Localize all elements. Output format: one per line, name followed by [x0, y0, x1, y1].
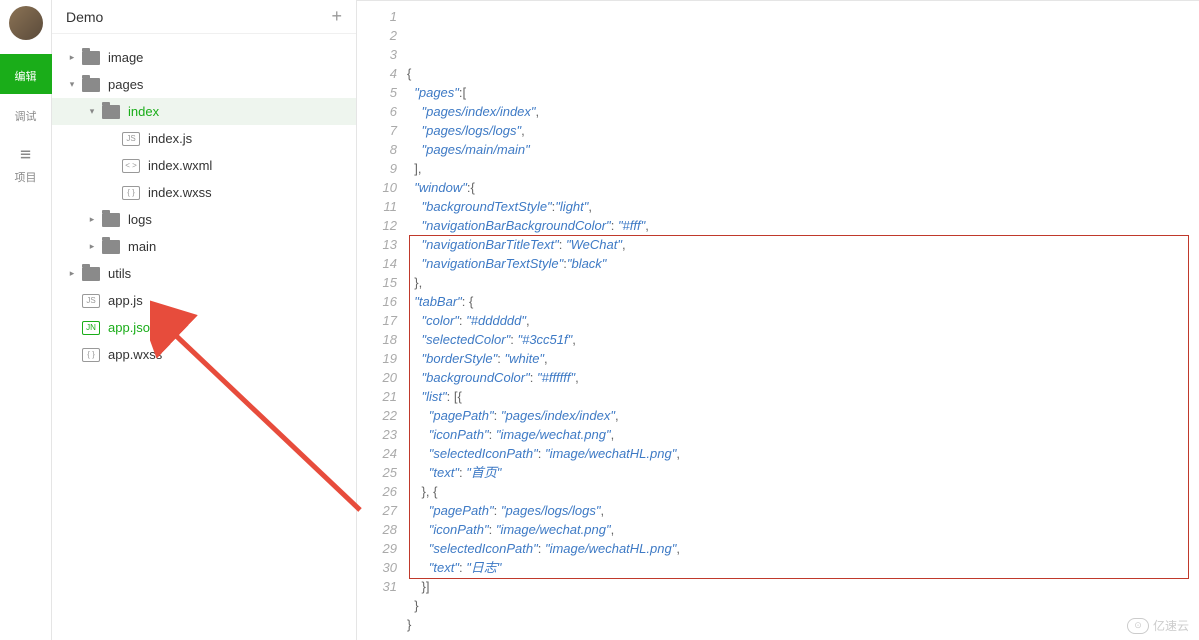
- code-line[interactable]: "pages/logs/logs",: [407, 121, 1199, 140]
- code-line[interactable]: "text": "首页": [407, 463, 1199, 482]
- code-line[interactable]: "selectedIconPath": "image/wechatHL.png"…: [407, 539, 1199, 558]
- code-line[interactable]: "iconPath": "image/wechat.png",: [407, 520, 1199, 539]
- code-line[interactable]: "color": "#dddddd",: [407, 311, 1199, 330]
- tree-app.json[interactable]: JNapp.json: [52, 314, 356, 341]
- tree-utils[interactable]: ▸utils: [52, 260, 356, 287]
- code-line[interactable]: "backgroundColor": "#ffffff",: [407, 368, 1199, 387]
- tree-main[interactable]: ▸main: [52, 233, 356, 260]
- code-line[interactable]: }: [407, 615, 1199, 634]
- tree-index[interactable]: ▾index: [52, 98, 356, 125]
- folder-icon: [82, 267, 100, 281]
- tree-index.wxml[interactable]: < >index.wxml: [52, 152, 356, 179]
- nav-调试[interactable]: 调试: [0, 94, 52, 134]
- file-icon: < >: [122, 159, 140, 173]
- code-line[interactable]: "borderStyle": "white",: [407, 349, 1199, 368]
- folder-icon: [102, 105, 120, 119]
- file-icon: JN: [82, 321, 100, 335]
- tree-pages[interactable]: ▾pages: [52, 71, 356, 98]
- code-line[interactable]: {: [407, 64, 1199, 83]
- editor-area: app.json×app.js×app.wxss×index.js×index.…: [357, 0, 1199, 640]
- project-title: Demo: [66, 9, 103, 25]
- line-gutter: 1234567891011121314151617181920212223242…: [357, 1, 407, 640]
- caret-icon: ▸: [86, 237, 98, 256]
- caret-icon: ▾: [66, 75, 78, 94]
- file-tree: ▸image▾pages▾indexJSindex.js< >index.wxm…: [52, 34, 356, 378]
- code-line[interactable]: "tabBar": {: [407, 292, 1199, 311]
- code-line[interactable]: "text": "日志": [407, 558, 1199, 577]
- code-line[interactable]: "pages/index/index",: [407, 102, 1199, 121]
- add-file-icon[interactable]: +: [331, 6, 342, 27]
- code-line[interactable]: "pagePath": "pages/logs/logs",: [407, 501, 1199, 520]
- nav-编辑[interactable]: 编辑: [0, 54, 52, 94]
- code-line[interactable]: "navigationBarTextStyle":"black": [407, 254, 1199, 273]
- code-line[interactable]: "navigationBarTitleText": "WeChat",: [407, 235, 1199, 254]
- code-line[interactable]: "backgroundTextStyle":"light",: [407, 197, 1199, 216]
- sidebar-header: Demo +: [52, 0, 356, 34]
- nav-项目[interactable]: ≡项目: [0, 134, 52, 195]
- code-line[interactable]: }]: [407, 577, 1199, 596]
- tree-index.wxss[interactable]: { }index.wxss: [52, 179, 356, 206]
- code-content[interactable]: { "pages":[ "pages/index/index", "pages/…: [407, 1, 1199, 640]
- cloud-icon: ⊙: [1127, 618, 1149, 634]
- code-editor[interactable]: 1234567891011121314151617181920212223242…: [357, 1, 1199, 640]
- code-line[interactable]: "pagePath": "pages/index/index",: [407, 406, 1199, 425]
- folder-icon: [82, 51, 100, 65]
- code-line[interactable]: "pages/main/main": [407, 140, 1199, 159]
- code-line[interactable]: "pages":[: [407, 83, 1199, 102]
- code-line[interactable]: "navigationBarBackgroundColor": "#fff",: [407, 216, 1199, 235]
- file-icon: { }: [122, 186, 140, 200]
- tree-image[interactable]: ▸image: [52, 44, 356, 71]
- file-icon: { }: [82, 348, 100, 362]
- caret-icon: ▾: [86, 102, 98, 121]
- code-line[interactable]: "selectedColor": "#3cc51f",: [407, 330, 1199, 349]
- code-line[interactable]: "iconPath": "image/wechat.png",: [407, 425, 1199, 444]
- code-line[interactable]: [407, 634, 1199, 640]
- left-navbar: 编辑调试≡项目: [0, 0, 52, 640]
- folder-icon: [82, 78, 100, 92]
- file-icon: JS: [82, 294, 100, 308]
- file-icon: JS: [122, 132, 140, 146]
- avatar[interactable]: [9, 6, 43, 40]
- tree-app.js[interactable]: JSapp.js: [52, 287, 356, 314]
- code-icon: ≡: [20, 144, 31, 165]
- watermark: ⊙ 亿速云: [1127, 617, 1189, 634]
- code-line[interactable]: "list": [{: [407, 387, 1199, 406]
- tree-app.wxss[interactable]: { }app.wxss: [52, 341, 356, 368]
- tree-index.js[interactable]: JSindex.js: [52, 125, 356, 152]
- caret-icon: ▸: [66, 48, 78, 67]
- file-explorer: Demo + ▸image▾pages▾indexJSindex.js< >in…: [52, 0, 357, 640]
- code-line[interactable]: }, {: [407, 482, 1199, 501]
- tree-logs[interactable]: ▸logs: [52, 206, 356, 233]
- code-line[interactable]: "selectedIconPath": "image/wechatHL.png"…: [407, 444, 1199, 463]
- code-line[interactable]: ],: [407, 159, 1199, 178]
- code-line[interactable]: },: [407, 273, 1199, 292]
- folder-icon: [102, 213, 120, 227]
- caret-icon: ▸: [66, 264, 78, 283]
- code-line[interactable]: "window":{: [407, 178, 1199, 197]
- code-line[interactable]: }: [407, 596, 1199, 615]
- caret-icon: ▸: [86, 210, 98, 229]
- folder-icon: [102, 240, 120, 254]
